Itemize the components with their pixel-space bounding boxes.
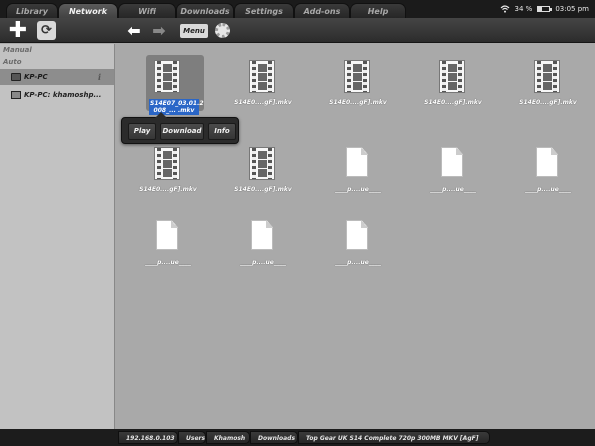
document-icon [247, 220, 277, 253]
menu-button[interactable]: Menu [180, 24, 208, 38]
tab-network[interactable]: Network [58, 3, 118, 18]
video-file-item[interactable]: S14E0....gF].mkv [318, 52, 398, 122]
breadcrumb-downloads[interactable]: Downloads [250, 431, 298, 444]
play-button[interactable]: Play [128, 123, 156, 140]
file-name: ____p....ue____ [335, 259, 381, 266]
film-icon [152, 60, 182, 93]
breadcrumb-current-folder[interactable]: Top Gear UK S14 Complete 720p 300MB MKV … [298, 431, 490, 444]
tab-wifi[interactable]: Wifi [118, 3, 176, 18]
video-file-item[interactable]: S14E07_03.01.2 008_... .mkv [128, 52, 208, 122]
tab-help[interactable]: Help [350, 3, 406, 18]
sidebar: Manual Auto KP-PC i KP-PC: khamoshp... [0, 44, 115, 429]
tab-downloads[interactable]: Downloads [176, 3, 234, 18]
file-name: S14E0....gF].mkv [139, 186, 197, 193]
film-icon [247, 147, 277, 180]
battery-level [538, 7, 543, 11]
info-icon[interactable]: i [98, 69, 101, 85]
tab-library[interactable]: Library [6, 3, 58, 18]
breadcrumb-host[interactable]: 192.168.0.103 [118, 431, 178, 444]
document-file-item[interactable]: ____p....ue____ [508, 139, 588, 209]
toolbar: ✚ ⟳ ⬅ ➡ Menu [0, 18, 595, 43]
video-file-item[interactable]: S14E0....gF].mkv [413, 52, 493, 122]
info-button[interactable]: Info [208, 123, 236, 140]
sidebar-item-label: KP-PC [24, 73, 48, 81]
document-icon [342, 147, 372, 180]
video-file-item[interactable]: S14E0....gF].mkv [128, 139, 208, 209]
tab-add-ons[interactable]: Add-ons [294, 3, 350, 18]
document-icon [437, 147, 467, 180]
file-name: S14E0....gF].mkv [424, 99, 482, 106]
arrow-left-icon[interactable]: ⬅ [124, 21, 144, 40]
breadcrumb-khamosh[interactable]: Khamosh [206, 431, 250, 444]
document-file-item[interactable]: ____p....ue____ [318, 212, 398, 282]
document-file-item[interactable]: ____p....ue____ [223, 212, 303, 282]
document-icon [342, 220, 372, 253]
file-grid: S14E07_03.01.2 008_... .mkv S14E0....gF].… [116, 44, 595, 429]
film-icon [342, 60, 372, 93]
breadcrumb-users[interactable]: Users [178, 431, 206, 444]
sidebar-item-label: KP-PC: khamoshp... [24, 91, 102, 99]
hard-drive-icon [11, 91, 21, 99]
arrow-right-icon[interactable]: ➡ [149, 21, 169, 40]
document-icon [152, 220, 182, 253]
monitor-icon [11, 73, 21, 81]
battery-percent: 34 % [514, 5, 533, 13]
sidebar-item-kp-pc-share[interactable]: KP-PC: khamoshp... [0, 87, 114, 103]
file-action-popup: Play Download Info [121, 112, 239, 144]
top-tab-bar: Library Network Wifi Downloads Settings … [0, 0, 595, 18]
status-bar: 34 % 03:05 pm [500, 2, 589, 16]
refresh-icon[interactable]: ⟳ [37, 21, 56, 40]
document-file-item[interactable]: ____p....ue____ [318, 139, 398, 209]
sidebar-item-kp-pc[interactable]: KP-PC i [0, 69, 114, 85]
video-file-item[interactable]: S14E0....gF].mkv [508, 52, 588, 122]
wifi-icon [500, 5, 509, 13]
document-file-item[interactable]: ____p....ue____ [413, 139, 493, 209]
film-icon [437, 60, 467, 93]
file-name: ____p....ue____ [240, 259, 286, 266]
file-name: S14E0....gF].mkv [329, 99, 387, 106]
file-name: ____p....ue____ [145, 259, 191, 266]
file-name: S14E0....gF].mkv [519, 99, 577, 106]
document-file-item[interactable]: ____p....ue____ [128, 212, 208, 282]
plus-icon[interactable]: ✚ [8, 20, 28, 42]
gear-icon[interactable] [215, 23, 230, 38]
path-breadcrumb: 192.168.0.103 Users Khamosh Downloads To… [0, 429, 595, 446]
video-file-item[interactable]: S14E0....gF].mkv [223, 52, 303, 122]
download-button[interactable]: Download [160, 123, 204, 140]
video-file-item[interactable]: S14E0....gF].mkv [223, 139, 303, 209]
file-name: S14E0....gF].mkv [234, 99, 292, 106]
file-name: ____p....ue____ [430, 186, 476, 193]
section-auto: Auto [3, 58, 22, 66]
section-manual: Manual [3, 46, 32, 54]
file-name: ____p....ue____ [335, 186, 381, 193]
tab-settings[interactable]: Settings [234, 3, 294, 18]
battery-icon [537, 6, 553, 12]
clock: 03:05 pm [555, 5, 589, 13]
file-name: ____p....ue____ [525, 186, 571, 193]
document-icon [532, 147, 562, 180]
file-name: S14E0....gF].mkv [234, 186, 292, 193]
film-icon [152, 147, 182, 180]
film-icon [532, 60, 562, 93]
film-icon [247, 60, 277, 93]
